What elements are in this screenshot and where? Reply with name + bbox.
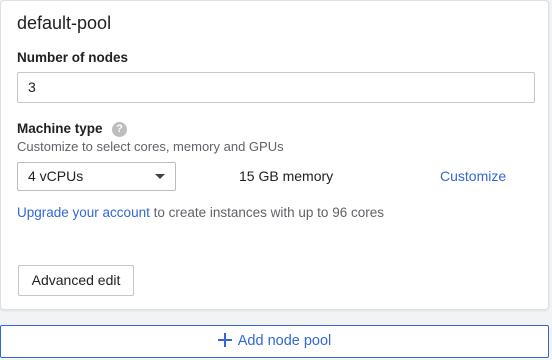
node-pool-title: default-pool — [17, 13, 112, 33]
machine-type-label: Machine type — [17, 121, 103, 136]
help-icon[interactable]: ? — [112, 122, 127, 137]
machine-type-select[interactable]: 4 vCPUs — [17, 162, 176, 191]
memory-text: 15 GB memory — [239, 168, 334, 184]
customize-link[interactable]: Customize — [440, 168, 506, 184]
node-pool-card: default-pool Number of nodes 3 Machine t… — [0, 0, 549, 310]
upgrade-account-link[interactable]: Upgrade your account — [17, 205, 150, 220]
upgrade-text: to create instances with up to 96 cores — [149, 205, 384, 220]
add-node-pool-label: Add node pool — [237, 333, 332, 349]
number-of-nodes-input[interactable]: 3 — [17, 72, 535, 103]
plus-icon — [217, 332, 232, 347]
add-node-pool-button[interactable]: Add node pool — [0, 325, 549, 358]
chevron-down-icon — [155, 174, 165, 179]
upgrade-line: Upgrade your account to create instances… — [17, 205, 384, 220]
number-of-nodes-label: Number of nodes — [17, 50, 129, 65]
advanced-edit-button[interactable]: Advanced edit — [18, 265, 134, 296]
machine-type-selected-value: 4 vCPUs — [28, 168, 84, 184]
machine-type-hint: Customize to select cores, memory and GP… — [17, 139, 284, 154]
